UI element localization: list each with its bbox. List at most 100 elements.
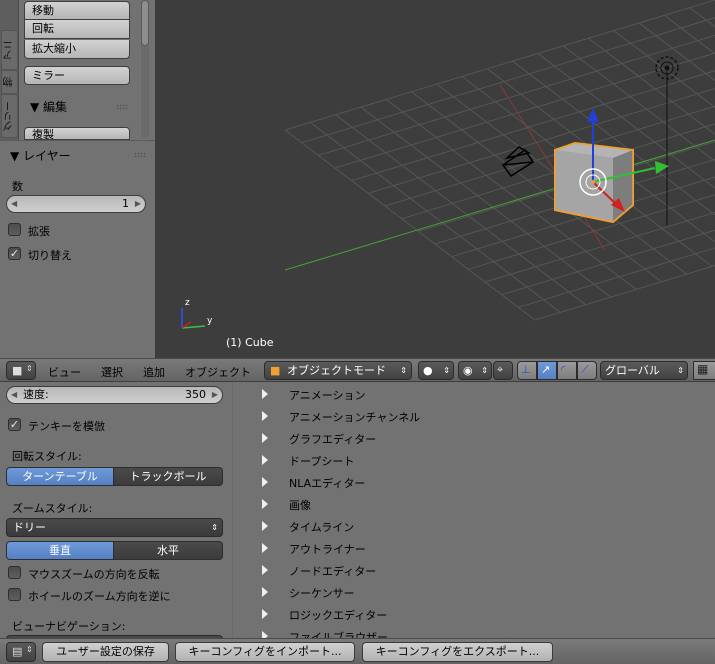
editor-keymap-item[interactable]: ロジックエディター [260, 604, 700, 626]
disclosure-triangle-icon[interactable] [262, 565, 268, 575]
object-mode-icon: ■ [270, 364, 281, 377]
mode-label: オブジェクトモード [287, 364, 386, 377]
view-navigation-label: ビューナビゲーション: [12, 620, 126, 633]
layers-button[interactable]: ▦ [693, 361, 715, 380]
editor-keymap-item[interactable]: アニメーションチャンネル [260, 406, 700, 428]
rotate-manipulator-button[interactable]: ↗ [537, 361, 557, 380]
shading-dropdown[interactable]: ● ⇕ [418, 361, 454, 380]
export-keyconfig-button[interactable]: キーコンフィグをエクスポート... [362, 642, 553, 662]
editor-type-selector[interactable]: ■ ⇕ [6, 361, 36, 380]
edit-panel-grip-icon[interactable] [116, 104, 128, 110]
preferences-icon: ▤ [12, 645, 23, 658]
tab-physics[interactable]: 物 [1, 70, 18, 94]
toggle-checkbox[interactable]: ✓ [8, 247, 21, 260]
editor-keymap-label: タイムライン [289, 521, 355, 534]
speed-increment-icon[interactable]: ▶ [212, 387, 218, 403]
duplicate-button[interactable]: 複製 [24, 127, 130, 140]
editor-keymap-label: ロジックエディター [289, 609, 388, 622]
preferences-footer: ▤ ⇕ ユーザー設定の保存 キーコンフィグをインポート... キーコンフィグをエ… [0, 638, 715, 664]
editor-keymap-item[interactable]: アニメーション [260, 384, 700, 406]
speed-value: 350 [185, 388, 206, 401]
pivot-arrow-icon: ⇕ [481, 366, 488, 375]
disclosure-triangle-icon[interactable] [262, 433, 268, 443]
editor-keymap-item[interactable]: グラフエディター [260, 428, 700, 450]
3d-viewport[interactable]: z y (1) Cube [155, 0, 715, 358]
rotate-button[interactable]: 回転 [24, 20, 130, 39]
scale-manipulator-button[interactable]: ◜ [557, 361, 577, 380]
disclosure-triangle-icon[interactable] [262, 477, 268, 487]
menu-select[interactable]: 選択 [101, 364, 123, 380]
zoom-vertical-toggle[interactable]: 垂直 [6, 541, 114, 560]
invert-mouse-zoom-label: マウスズームの方向を反転 [28, 568, 160, 581]
editor-keymap-item[interactable]: 画像 [260, 494, 700, 516]
prefs-editor-type-selector[interactable]: ▤ ⇕ [6, 642, 36, 662]
editor-keymap-item[interactable]: ノードエディター [260, 560, 700, 582]
pivot-dropdown[interactable]: ◉ ⇕ [458, 361, 492, 380]
editor-keymap-item[interactable]: ドープシート [260, 450, 700, 472]
zoom-horizontal-toggle[interactable]: 水平 [114, 541, 223, 560]
editor-keymap-label: ドープシート [289, 455, 355, 468]
updown-icon: ⇕ [26, 364, 33, 373]
extend-checkbox[interactable] [8, 223, 21, 236]
disclosure-triangle-icon[interactable] [262, 631, 268, 638]
invert-wheel-zoom-checkbox[interactable] [8, 588, 21, 601]
menu-object[interactable]: オブジェクト [185, 364, 251, 380]
editor-keymap-label: アウトライナー [289, 543, 366, 556]
invert-mouse-zoom-checkbox[interactable] [8, 566, 21, 579]
disclosure-triangle-icon[interactable] [262, 499, 268, 509]
manipulator-icon: ⌖ [497, 363, 504, 376]
increment-icon[interactable]: ▶ [135, 196, 141, 212]
disclosure-triangle-icon[interactable] [262, 455, 268, 465]
layer-panel-header[interactable]: ▼ レイヤー [10, 147, 71, 164]
editor-keymap-label: グラフエディター [289, 433, 377, 446]
manipulator-toggle[interactable]: ⌖ [493, 361, 513, 380]
decrement-icon[interactable]: ◀ [11, 196, 17, 212]
speed-decrement-icon[interactable]: ◀ [11, 387, 17, 403]
speed-label: 速度: [23, 388, 49, 401]
emulate-numpad-checkbox[interactable]: ✓ [8, 418, 21, 431]
tab-grease-pencil[interactable]: グリー [1, 94, 18, 138]
editor-keymap-item[interactable]: シーケンサー [260, 582, 700, 604]
orbit-speed-field[interactable]: ◀ 速度: 350 ▶ [6, 386, 223, 404]
z-arrow-icon[interactable] [587, 108, 599, 122]
tool-shelf-scrollbar[interactable] [139, 0, 150, 138]
disclosure-triangle-icon[interactable] [262, 411, 268, 421]
editor-keymap-item[interactable]: NLAエディター [260, 472, 700, 494]
save-user-settings-button[interactable]: ユーザー設定の保存 [42, 642, 169, 662]
tool-shelf-tabs: アニ 物 グリー [0, 0, 19, 140]
orientation-dropdown[interactable]: グローバル ⇕ [600, 361, 688, 380]
number-value: 1 [122, 197, 129, 210]
menu-view[interactable]: ビュー [48, 364, 81, 380]
mini-axis-y-label: y [207, 316, 213, 326]
trackball-toggle[interactable]: トラックボール [114, 467, 223, 486]
import-keyconfig-button[interactable]: キーコンフィグをインポート... [175, 642, 355, 662]
user-preferences-input: ◀ 速度: 350 ▶ ✓ テンキーを模倣 回転スタイル: ターンテーブル トラ… [0, 382, 715, 638]
disclosure-triangle-icon[interactable] [262, 389, 268, 399]
disclosure-triangle-icon[interactable] [262, 543, 268, 553]
orientation-label: グローバル [605, 364, 660, 377]
combined-manipulator-button[interactable]: ⟋ [577, 361, 597, 380]
disclosure-triangle-icon[interactable] [262, 521, 268, 531]
layer-panel-grip-icon[interactable] [134, 152, 146, 158]
disclosure-triangle-icon[interactable] [262, 609, 268, 619]
scale-button[interactable]: 拡大縮小 [24, 40, 130, 59]
edit-panel-header[interactable]: ▼ 編集 [30, 98, 67, 115]
translate-button[interactable]: 移動 [24, 1, 130, 20]
mirror-button[interactable]: ミラー [24, 66, 130, 85]
translate-manipulator-button[interactable]: ⊥ [517, 361, 537, 380]
mode-dropdown[interactable]: ■ オブジェクトモード ⇕ [264, 361, 412, 380]
menu-add[interactable]: 追加 [143, 364, 165, 380]
zoom-style-label: ズームスタイル: [12, 502, 93, 515]
number-field[interactable]: ◀ 1 ▶ [6, 195, 146, 213]
active-object-label: (1) Cube [226, 336, 274, 349]
editor-keymap-label: NLAエディター [289, 477, 366, 490]
tab-animation[interactable]: アニ [1, 30, 18, 70]
solid-shading-icon: ● [423, 364, 433, 377]
disclosure-triangle-icon[interactable] [262, 587, 268, 597]
editor-keymap-item[interactable]: アウトライナー [260, 538, 700, 560]
editor-keymap-item[interactable]: ファイルブラウザー [260, 626, 700, 638]
turntable-toggle[interactable]: ターンテーブル [6, 467, 114, 486]
number-label: 数 [12, 180, 23, 193]
zoom-style-dropdown[interactable]: ドリー ⇕ [6, 518, 223, 537]
editor-keymap-item[interactable]: タイムライン [260, 516, 700, 538]
